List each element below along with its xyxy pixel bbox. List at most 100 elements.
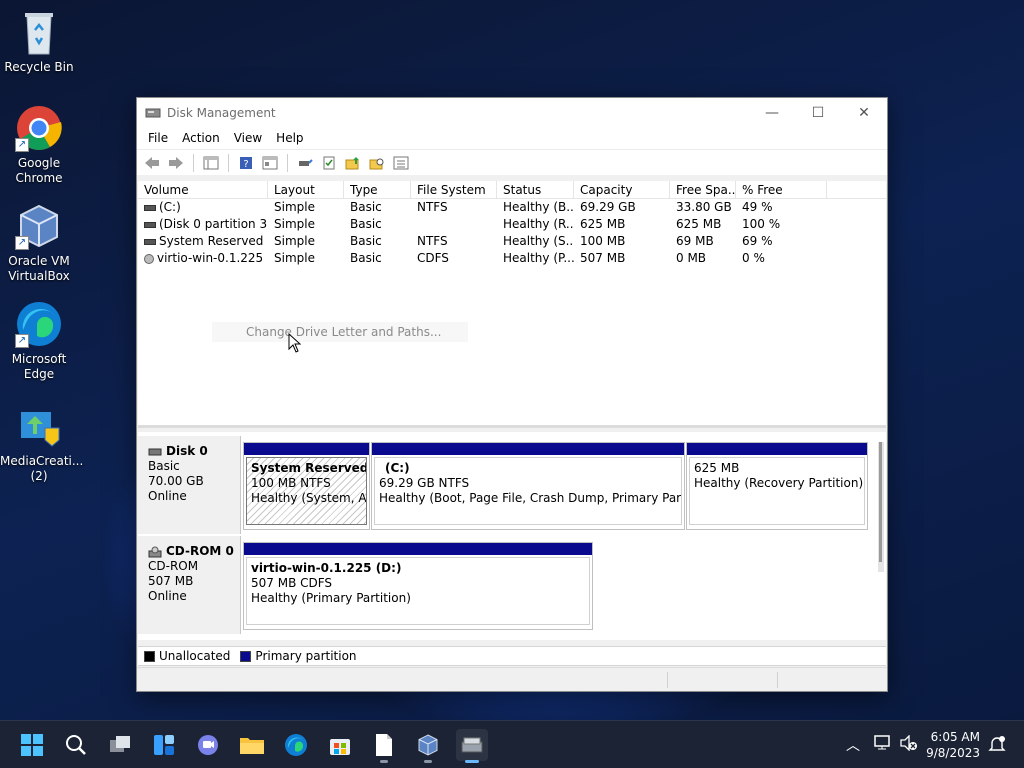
scrollbar-thumb[interactable]	[879, 442, 882, 562]
volume-cell-text: Simple	[274, 234, 315, 248]
volume-cell-type: Basic	[344, 250, 411, 267]
notepad-button[interactable]	[368, 729, 400, 763]
desktop-icon-recycle-bin[interactable]: Recycle Bin	[0, 8, 78, 75]
volume-cell-layout: Simple	[268, 199, 344, 216]
disk-name: Disk 0	[166, 444, 208, 458]
primary-partition-bar	[244, 443, 369, 455]
desktop-icon-label: Recycle Bin	[4, 60, 74, 74]
toolbar-separator	[193, 153, 194, 172]
column-header-capacity[interactable]: Capacity	[574, 181, 670, 198]
column-header-free-space[interactable]: Free Spa...	[670, 181, 736, 198]
menu-view[interactable]: View	[227, 131, 269, 145]
primary-partition-bar	[244, 543, 592, 555]
forward-button[interactable]	[165, 153, 187, 173]
partition-virtio-win-d[interactable]: virtio-win-0.1.225 (D:) 507 MB CDFS Heal…	[243, 542, 593, 630]
disk-size: 70.00 GB	[148, 474, 204, 488]
volume-cell-text: 69 MB	[676, 234, 714, 248]
volume-cell-volume: virtio-win-0.1.225 ...	[138, 250, 268, 267]
volume-cell-text: Basic	[350, 217, 382, 231]
window-title: Disk Management	[167, 105, 276, 120]
desktop-icon-microsoft-edge[interactable]: ↗ Microsoft Edge	[0, 300, 78, 382]
volume-cell-text: 49 %	[742, 200, 773, 214]
partition-recovery[interactable]: 625 MB Healthy (Recovery Partition)	[686, 442, 868, 530]
disk-management-taskbar-button[interactable]	[456, 729, 488, 763]
folder-search-button[interactable]	[366, 153, 388, 173]
maximize-button[interactable]: ☐	[795, 98, 841, 127]
minimize-button[interactable]: —	[749, 98, 795, 127]
volume-cell-text: Healthy (S...	[503, 234, 574, 248]
cd-drive-icon	[148, 546, 162, 557]
desktop-icon-media-creation[interactable]: MediaCreati... (2)	[0, 402, 83, 484]
disk-info-disk-0[interactable]: Disk 0 Basic 70.00 GB Online	[138, 436, 241, 534]
edge-taskbar-button[interactable]	[280, 729, 312, 761]
volume-cell-status: Healthy (R...	[497, 216, 574, 233]
teams-chat-button[interactable]	[192, 729, 224, 761]
checklist-button[interactable]	[318, 153, 340, 173]
edge-icon	[285, 734, 307, 756]
virtualbox-taskbar-button[interactable]	[412, 729, 444, 763]
vertical-scrollbar[interactable]	[878, 442, 884, 572]
network-tray-button[interactable]	[874, 735, 892, 755]
widgets-button[interactable]	[148, 729, 180, 761]
back-button[interactable]	[141, 153, 163, 173]
column-header-volume[interactable]: Volume	[138, 181, 268, 198]
partition-status: Healthy (Recovery Partition)	[694, 476, 864, 490]
volume-row[interactable]: (Disk 0 partition 3) Simple Basic Healthy (…	[138, 216, 886, 233]
desktop-icon-google-chrome[interactable]: ↗ Google Chrome	[0, 104, 78, 186]
disk-info-cdrom-0[interactable]: CD-ROM 0 CD-ROM 507 MB Online	[138, 536, 241, 634]
properties-button[interactable]	[259, 153, 281, 173]
help-button[interactable]: ?	[235, 153, 257, 173]
unallocated-swatch	[144, 650, 155, 662]
system-clock[interactable]: 6:05 AM 9/8/2023	[926, 729, 980, 761]
volume-cell-type: Basic	[344, 199, 411, 216]
volume-cell-text: System Reserved	[159, 234, 264, 248]
media-creation-tool-icon	[15, 402, 63, 450]
disk-graphical-view: Disk 0 Basic 70.00 GB Online System Rese…	[138, 432, 886, 640]
volume-row[interactable]: (C:) Simple Basic NTFS Healthy (B... 69.29 GB…	[138, 199, 886, 216]
column-header-type[interactable]: Type	[344, 181, 411, 198]
show-hide-console-tree-button[interactable]	[200, 153, 222, 173]
volume-row[interactable]: virtio-win-0.1.225 ... Simple Basic CDFS Hea…	[138, 250, 886, 267]
column-header-file-system[interactable]: File System	[411, 181, 497, 198]
connect-button[interactable]	[294, 153, 316, 173]
task-view-button[interactable]	[104, 729, 136, 761]
volume-cell-type: Basic	[344, 233, 411, 250]
toolbar-separator	[287, 153, 288, 172]
list-view-button[interactable]	[390, 153, 412, 173]
column-header-percent-free[interactable]: % Free	[736, 181, 827, 198]
start-button[interactable]	[16, 729, 48, 761]
partition-system-reserved[interactable]: System Reserved 100 MB NTFS Healthy (Sys…	[243, 442, 370, 530]
volume-cell-text: Healthy (R...	[503, 217, 574, 231]
volume-cell-free: 69 MB	[670, 233, 736, 250]
store-button[interactable]	[324, 729, 356, 761]
volume-cell-text: 507 MB	[580, 251, 626, 265]
toolbar: ?	[137, 149, 887, 175]
properties-icon	[262, 156, 278, 169]
close-button[interactable]: ✕	[841, 98, 887, 127]
partition-c[interactable]: (C:) 69.29 GB NTFS Healthy (Boot, Page F…	[371, 442, 685, 530]
menu-action[interactable]: Action	[175, 131, 227, 145]
running-indicator	[380, 760, 388, 763]
notifications-button[interactable]	[988, 735, 1006, 757]
context-menu-item-change-drive-letter[interactable]: Change Drive Letter and Paths...	[212, 322, 468, 342]
search-button[interactable]	[60, 729, 92, 761]
menu-file[interactable]: File	[141, 131, 175, 145]
title-bar[interactable]: Disk Management — ☐ ✕	[137, 98, 887, 127]
speaker-muted-icon	[900, 734, 917, 752]
volume-tray-button[interactable]	[900, 734, 918, 755]
volume-cell-text: 69 %	[742, 234, 773, 248]
menu-help[interactable]: Help	[269, 131, 310, 145]
file-explorer-button[interactable]	[236, 729, 268, 761]
desktop-icon-virtualbox[interactable]: ↗ Oracle VM VirtualBox	[0, 202, 78, 284]
column-header-status[interactable]: Status	[497, 181, 574, 198]
folder-up-button[interactable]	[342, 153, 364, 173]
volume-cell-text: (Disk 0 partition 3)	[159, 217, 268, 231]
volume-list: Volume Layout Type File System Status Ca…	[138, 181, 886, 428]
notification-bell-icon	[988, 736, 1006, 751]
volume-row[interactable]: System Reserved Simple Basic NTFS Healthy (S…	[138, 233, 886, 250]
column-header-layout[interactable]: Layout	[268, 181, 344, 198]
show-hidden-icons-button[interactable]: ︿	[846, 735, 860, 755]
shortcut-arrow-icon: ↗	[15, 236, 29, 250]
clock-date: 9/8/2023	[926, 746, 980, 760]
checklist-icon	[323, 156, 335, 169]
